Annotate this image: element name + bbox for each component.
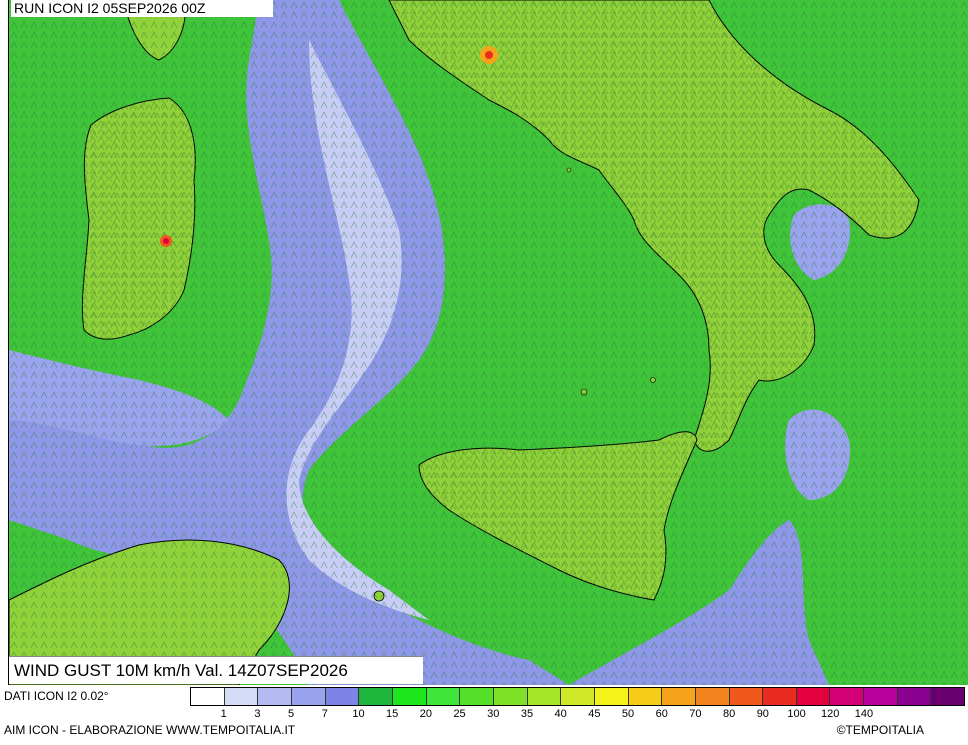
color-scale-ticks: 1 3 5 7 10 15 20 25 30 35 40 45 50 60 70 80 90 100 120 140: [190, 708, 965, 722]
color-scale-tick-label: 140: [854, 708, 874, 720]
color-scale-tick-label: 35: [520, 708, 534, 720]
color-scale-cell: [224, 688, 259, 705]
color-scale-cell: [763, 688, 797, 705]
color-scale-cell: [561, 688, 595, 705]
color-scale-cell: [493, 688, 528, 705]
color-scale-cell: [191, 688, 225, 705]
map-canvas: [9, 0, 968, 685]
color-scale-cell: [325, 688, 360, 705]
color-scale-tick-label: 20: [419, 708, 432, 720]
color-scale-cell: [897, 688, 932, 705]
color-scale-cell: [729, 688, 764, 705]
color-scale-tick-label: 90: [756, 708, 769, 720]
color-scale-cell: [662, 688, 696, 705]
color-scale-cell: [527, 688, 562, 705]
color-scale: [190, 687, 965, 706]
variable-label: WIND GUST 10M km/h Val. 14Z07SEP2026: [9, 656, 423, 684]
color-scale-tick-label: 40: [554, 708, 567, 720]
color-scale-cell: [392, 688, 427, 705]
color-scale-tick-label: 3: [254, 708, 261, 720]
color-scale-cell: [460, 688, 494, 705]
color-scale-cell: [864, 688, 898, 705]
color-scale-tick-label: 25: [453, 708, 466, 720]
color-scale-tick-label: 80: [723, 708, 736, 720]
color-scale-tick-label: 50: [621, 708, 635, 720]
color-scale-cell: [695, 688, 730, 705]
copyright-label: ©TEMPOITALIA: [836, 723, 924, 737]
color-scale-cell: [830, 688, 865, 705]
color-scale-tick-label: 10: [352, 708, 365, 720]
color-scale-cell: [291, 688, 326, 705]
wind-gust-map: RUN ICON I2 05SEP2026 00Z WIND GUST 10M …: [8, 0, 968, 685]
color-scale-cell: [628, 688, 663, 705]
elaboration-credit: AIM ICON - ELABORAZIONE WWW.TEMPOITALIA.…: [4, 723, 296, 737]
color-scale-cell: [258, 688, 292, 705]
color-scale-cell: [796, 688, 831, 705]
data-source-label: DATI ICON I2 0.02°: [4, 689, 109, 703]
color-scale-cell: [426, 688, 461, 705]
color-scale-tick-label: 70: [689, 708, 702, 720]
color-scale-cell: [594, 688, 629, 705]
color-scale-tick-label: 120: [821, 708, 840, 720]
color-scale-cell: [931, 688, 965, 705]
legend-footer: DATI ICON I2 0.02° 1 3 5 7 10 15 20 25 30 35 40 45 5…: [0, 685, 968, 745]
color-scale-tick-label: 30: [487, 708, 500, 720]
color-scale-tick-label: 100: [787, 708, 806, 720]
color-scale-cell: [359, 688, 393, 705]
color-scale-tick-label: 15: [386, 708, 399, 720]
color-scale-tick-label: 60: [655, 708, 668, 720]
color-scale-tick-label: 1: [220, 708, 227, 720]
color-scale-tick-label: 7: [321, 708, 328, 720]
color-scale-tick-label: 5: [288, 708, 295, 720]
run-label: RUN ICON I2 05SEP2026 00Z: [11, 0, 273, 17]
color-scale-tick-label: 45: [588, 708, 601, 720]
